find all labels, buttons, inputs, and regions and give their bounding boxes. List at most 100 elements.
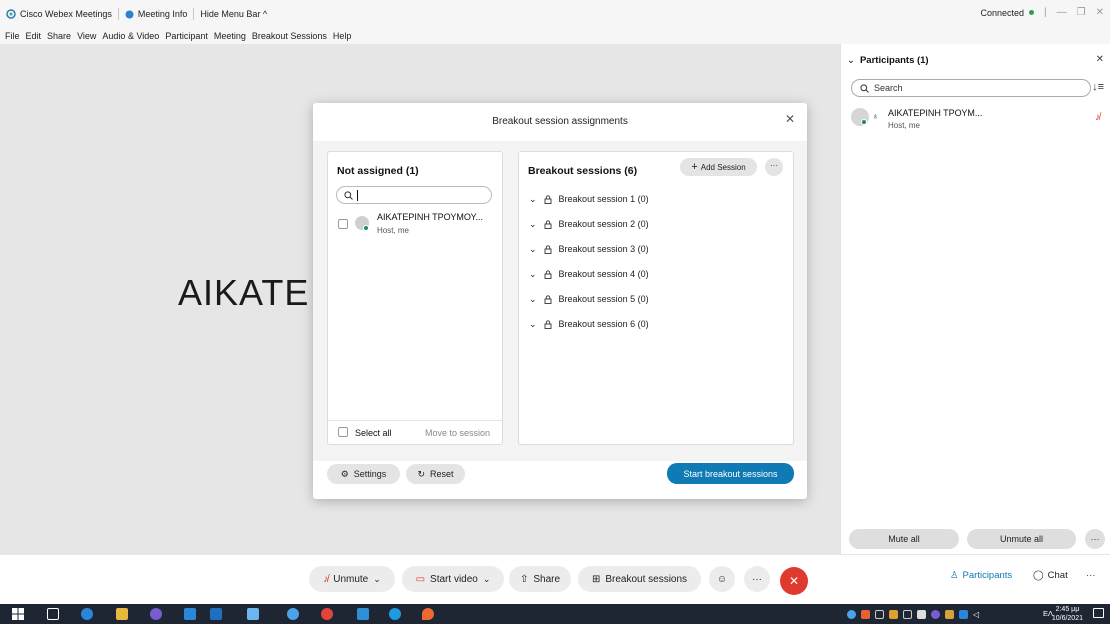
menu-file[interactable]: File bbox=[5, 31, 20, 41]
share-button[interactable]: ⇧ Share bbox=[509, 566, 571, 592]
edge-icon[interactable] bbox=[389, 608, 401, 620]
session-row[interactable]: ⌄ Breakout session 5 (0) bbox=[529, 292, 649, 306]
tray-webex-icon[interactable] bbox=[847, 609, 856, 619]
tray-app-icon[interactable] bbox=[861, 609, 870, 619]
not-assigned-panel: Not assigned (1) ΑΙΚΑΤΕΡΙΝΗ ΤΡΟΥΜΟΥ... H… bbox=[327, 151, 503, 445]
smiley-icon: ☺ bbox=[716, 573, 728, 585]
chevron-down-icon: ⌄ bbox=[529, 243, 537, 254]
system-tray: ◁ bbox=[847, 608, 982, 620]
not-assigned-search-input[interactable] bbox=[336, 186, 492, 204]
reset-button[interactable]: ↻ Reset bbox=[406, 464, 465, 484]
menu-view[interactable]: View bbox=[77, 31, 96, 41]
settings-label: Settings bbox=[353, 469, 387, 479]
volume-icon[interactable]: ◁ bbox=[973, 610, 982, 619]
sort-icon[interactable]: ↓≡ bbox=[1092, 81, 1104, 93]
menu-share[interactable]: Share bbox=[47, 31, 71, 41]
search-icon bbox=[860, 83, 869, 93]
breakout-sessions-button[interactable]: ⊞ Breakout sessions bbox=[578, 566, 701, 592]
viber-icon[interactable] bbox=[150, 608, 162, 620]
participants-tab-button[interactable]: ♙ Participants bbox=[950, 570, 1012, 581]
mute-all-button[interactable]: Mute all bbox=[849, 529, 959, 549]
window-controls: Connected | — ❐ ✕ bbox=[980, 7, 1104, 18]
menu-help[interactable]: Help bbox=[333, 31, 352, 41]
participants-search-input[interactable]: Search bbox=[851, 79, 1091, 97]
info-icon bbox=[125, 10, 134, 18]
muted-mic-icon[interactable]: ♪̸ bbox=[1095, 112, 1100, 123]
menu-participant[interactable]: Participant bbox=[165, 31, 208, 41]
start-breakout-sessions-button[interactable]: Start breakout sessions bbox=[667, 463, 794, 484]
chat-tab-label: Chat bbox=[1047, 570, 1068, 581]
session-row[interactable]: ⌄ Breakout session 2 (0) bbox=[529, 217, 649, 231]
not-assigned-heading: Not assigned (1) bbox=[337, 165, 419, 177]
settings-button[interactable]: ⚙ Settings bbox=[327, 464, 400, 484]
title-divider bbox=[117, 8, 119, 20]
teamviewer-icon[interactable] bbox=[81, 608, 93, 620]
tray-network-icon[interactable] bbox=[945, 609, 954, 619]
notification-icon[interactable] bbox=[1093, 608, 1104, 618]
tray-display-icon[interactable] bbox=[903, 609, 912, 619]
chevron-down-icon: ⌄ bbox=[373, 573, 381, 584]
system-clock[interactable]: 2:45 μμ 10/6/2021 bbox=[1052, 605, 1083, 623]
tray-speaker-app-icon[interactable] bbox=[889, 609, 898, 619]
session-row[interactable]: ⌄ Breakout session 1 (0) bbox=[529, 192, 649, 206]
session-label: Breakout session 4 (0) bbox=[558, 269, 649, 279]
add-session-button[interactable]: + Add Session bbox=[680, 158, 757, 176]
session-row[interactable]: ⌄ Breakout session 4 (0) bbox=[529, 267, 649, 281]
menu-breakout-sessions[interactable]: Breakout Sessions bbox=[252, 31, 327, 41]
meeting-info-button[interactable]: Meeting Info bbox=[125, 6, 188, 22]
participants-close-icon[interactable]: ✕ bbox=[1096, 54, 1104, 65]
start-video-button[interactable]: ▭ Start video ⌄ bbox=[402, 566, 504, 592]
hide-menu-bar-button[interactable]: Hide Menu Bar ^ bbox=[200, 6, 267, 22]
os-taskbar: ◁ ΕΛ 2:45 μμ 10/6/2021 bbox=[0, 604, 1110, 624]
select-all-label[interactable]: Select all bbox=[355, 428, 392, 438]
paint-icon[interactable] bbox=[422, 608, 434, 620]
participant-checkbox[interactable] bbox=[338, 219, 348, 229]
sessions-more-button[interactable]: ··· bbox=[765, 158, 783, 176]
dialog-title: Breakout session assignments bbox=[492, 116, 628, 127]
participant-role: Host, me bbox=[377, 226, 410, 235]
calendar-icon[interactable] bbox=[247, 608, 259, 620]
restore-icon[interactable]: ❐ bbox=[1077, 7, 1086, 18]
minimize-icon[interactable]: — bbox=[1057, 7, 1067, 18]
mail-icon[interactable] bbox=[210, 608, 222, 620]
participants-more-button[interactable]: ··· bbox=[1085, 529, 1105, 549]
more-options-button[interactable]: ··· bbox=[744, 566, 770, 592]
unmute-button[interactable]: ♪̸ Unmute ⌄ bbox=[309, 566, 395, 592]
participant-name-display: AIKATE bbox=[178, 272, 310, 313]
close-window-icon[interactable]: ✕ bbox=[1096, 7, 1104, 18]
meeting-info-label: Meeting Info bbox=[137, 9, 188, 19]
participants-icon: ♙ bbox=[950, 570, 959, 581]
chat-tab-button[interactable]: ◯ Chat bbox=[1033, 570, 1068, 581]
chrome-icon[interactable] bbox=[321, 608, 333, 620]
unmute-all-button[interactable]: Unmute all bbox=[967, 529, 1076, 549]
panel-more-button[interactable]: ··· bbox=[1086, 570, 1096, 581]
store-icon[interactable] bbox=[357, 608, 369, 620]
file-explorer-icon[interactable] bbox=[116, 608, 128, 620]
clock-time: 2:45 μμ bbox=[1055, 606, 1080, 613]
move-to-session-button[interactable]: Move to session bbox=[425, 428, 490, 438]
menu-meeting[interactable]: Meeting bbox=[214, 31, 246, 41]
session-row[interactable]: ⌄ Breakout session 3 (0) bbox=[529, 242, 649, 256]
menu-edit[interactable]: Edit bbox=[26, 31, 42, 41]
tray-clipboard-icon[interactable] bbox=[875, 609, 884, 619]
session-label: Breakout session 1 (0) bbox=[558, 194, 649, 204]
webex-taskbar-icon[interactable] bbox=[287, 608, 299, 620]
tray-teamviewer-icon[interactable] bbox=[959, 609, 968, 619]
chevron-down-icon: ⌄ bbox=[847, 55, 855, 66]
participants-panel: ⌄ Participants (1) ✕ Search ↓≡ ♁ ΑΙΚΑΤΕΡ… bbox=[840, 44, 1110, 554]
dialog-close-icon[interactable]: ✕ bbox=[783, 112, 797, 126]
session-row[interactable]: ⌄ Breakout session 6 (0) bbox=[529, 317, 649, 331]
end-meeting-button[interactable]: ✕ bbox=[780, 567, 808, 595]
select-all-checkbox[interactable] bbox=[338, 427, 348, 437]
participants-header[interactable]: ⌄ Participants (1) bbox=[847, 55, 929, 66]
chat-icon: ◯ bbox=[1033, 570, 1044, 581]
chevron-down-icon: ⌄ bbox=[529, 293, 537, 304]
windows-start-icon[interactable] bbox=[12, 608, 24, 620]
tray-viber-icon[interactable] bbox=[931, 609, 940, 619]
session-label: Breakout session 5 (0) bbox=[558, 294, 649, 304]
task-view-icon[interactable] bbox=[47, 608, 59, 620]
photos-icon[interactable] bbox=[184, 608, 196, 620]
menu-audio-video[interactable]: Audio & Video bbox=[102, 31, 159, 41]
tray-usb-icon[interactable] bbox=[917, 609, 926, 619]
reactions-button[interactable]: ☺ bbox=[709, 566, 735, 592]
